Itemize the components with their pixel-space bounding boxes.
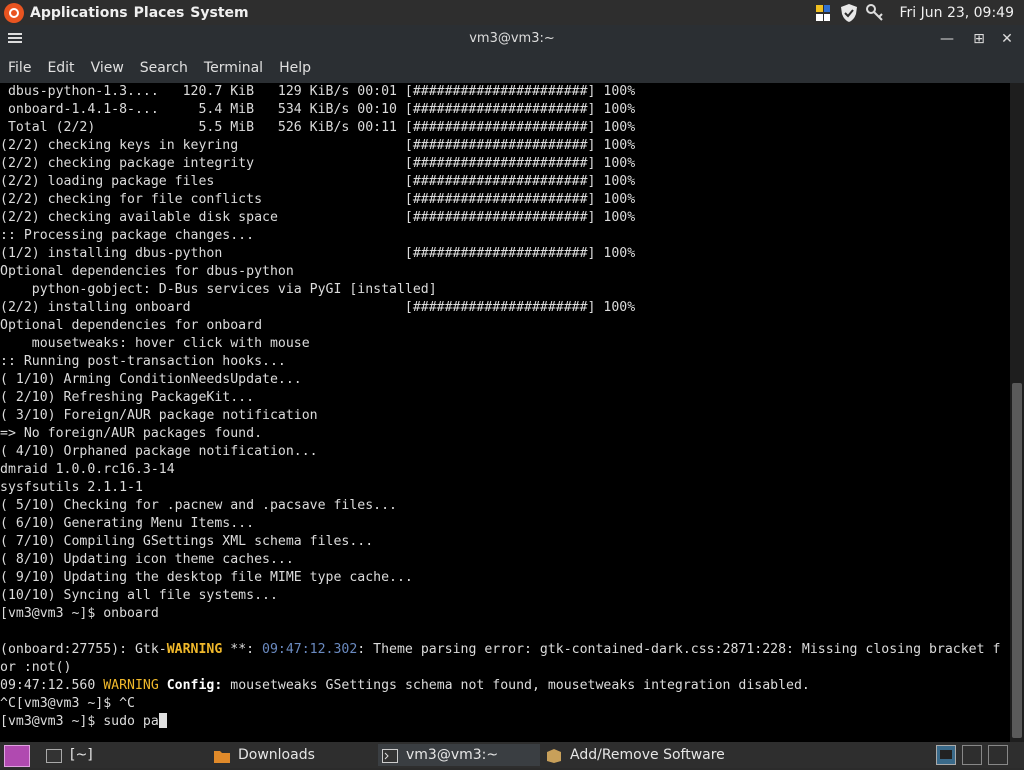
menu-terminal[interactable]: Terminal	[196, 60, 271, 76]
terminal-line: ( 4/10) Orphaned package notification...	[0, 444, 318, 459]
task-vm3-terminal[interactable]: vm3@vm3:~	[378, 744, 540, 766]
task-add-remove-software[interactable]: Add/Remove Software	[546, 744, 746, 766]
menu-bar: File Edit View Search Terminal Help	[0, 53, 1024, 83]
minimize-icon[interactable]: —	[934, 25, 960, 53]
bottom-panel: [~] Downloads vm3@vm3:~ Add/Remove Softw…	[0, 742, 1024, 768]
terminal-line: (2/2) checking keys in keyring [########…	[0, 138, 636, 153]
shield-icon[interactable]	[839, 3, 859, 23]
terminal-window: vm3@vm3:~ — ⊞ ✕ File Edit View Search Te…	[0, 25, 1024, 742]
keyboard-layout-icon[interactable]	[813, 3, 833, 23]
places-menu[interactable]: Places	[134, 5, 185, 21]
terminal-line: Optional dependencies for onboard	[0, 318, 263, 333]
close-icon[interactable]: ✕	[994, 25, 1020, 53]
terminal-line: ( 3/10) Foreign/AUR package notification	[0, 408, 318, 423]
terminal-line: ( 7/10) Compiling GSettings XML schema f…	[0, 534, 374, 549]
workspace-3[interactable]	[988, 744, 1010, 766]
task-downloads[interactable]: Downloads	[214, 744, 372, 766]
workspace-1[interactable]	[936, 744, 958, 766]
terminal-line: :: Processing package changes...	[0, 228, 255, 243]
menu-file[interactable]: File	[0, 60, 39, 76]
terminal-line: onboard-1.4.1-8-... 5.4 MiB 534 KiB/s 00…	[0, 102, 636, 117]
terminal-line: (2/2) checking package integrity [######…	[0, 156, 636, 171]
warning-line-1-continued: or :not()	[0, 660, 72, 675]
terminal-line: ( 2/10) Refreshing PackageKit...	[0, 390, 255, 405]
top-panel: Applications Places System Fri Jun 23, 0…	[0, 0, 1024, 25]
terminal-line: Optional dependencies for dbus-python	[0, 264, 294, 279]
terminal-line: ( 8/10) Updating icon theme caches...	[0, 552, 294, 567]
terminal-line: (2/2) loading package files [###########…	[0, 174, 636, 189]
terminal-line: ( 6/10) Generating Menu Items...	[0, 516, 255, 531]
terminal-line: ( 9/10) Updating the desktop file MIME t…	[0, 570, 413, 585]
workspace-2[interactable]	[962, 744, 984, 766]
ubuntu-logo-icon[interactable]	[4, 2, 24, 23]
terminal-output[interactable]: dbus-python-1.3.... 120.7 KiB 129 KiB/s …	[0, 83, 1010, 742]
show-desktop-button[interactable]	[4, 745, 30, 767]
applications-menu[interactable]: Applications	[30, 5, 128, 21]
system-menu[interactable]: System	[190, 5, 248, 21]
menu-search[interactable]: Search	[132, 60, 196, 76]
keys-icon[interactable]	[865, 3, 885, 23]
task-home-terminal[interactable]: [~]	[46, 744, 206, 766]
terminal-line: (2/2) checking for file conflicts [#####…	[0, 192, 636, 207]
terminal-line: [vm3@vm3 ~]$ onboard	[0, 606, 159, 621]
terminal-icon	[382, 748, 398, 763]
terminal-line: mousetweaks: hover click with mouse	[0, 336, 310, 351]
terminal-line: (2/2) installing onboard [##############…	[0, 300, 636, 315]
terminal-line: (1/2) installing dbus-python [##########…	[0, 246, 636, 261]
terminal-line: (10/10) Syncing all file systems...	[0, 588, 278, 603]
ctrl-c-line: ^C[vm3@vm3 ~]$ ^C	[0, 696, 135, 711]
scrollbar-thumb[interactable]	[1012, 383, 1022, 738]
menu-help[interactable]: Help	[271, 60, 319, 76]
terminal-line: => No foreign/AUR packages found.	[0, 426, 263, 441]
terminal-icon	[46, 748, 62, 763]
terminal-line: sysfsutils 2.1.1-1	[0, 480, 143, 495]
terminal-lines: dbus-python-1.3.... 120.7 KiB 129 KiB/s …	[0, 83, 1010, 641]
clock[interactable]: Fri Jun 23, 09:49	[899, 5, 1014, 21]
command-prompt[interactable]: [vm3@vm3 ~]$ sudo pa	[0, 713, 1010, 731]
scrollbar[interactable]	[1010, 83, 1024, 742]
package-icon	[546, 748, 562, 763]
terminal-line: python-gobject: D-Bus services via PyGI …	[0, 282, 437, 297]
warning-line-1: (onboard:27755): Gtk-WARNING **: 09:47:1…	[0, 642, 1001, 657]
terminal-line: dbus-python-1.3.... 120.7 KiB 129 KiB/s …	[0, 84, 636, 99]
terminal-line: Total (2/2) 5.5 MiB 526 KiB/s 00:11 [###…	[0, 120, 636, 135]
maximize-icon[interactable]: ⊞	[966, 25, 992, 53]
terminal-line: (2/2) checking available disk space [###…	[0, 210, 636, 225]
menu-view[interactable]: View	[83, 60, 132, 76]
folder-icon	[214, 748, 230, 763]
terminal-line: dmraid 1.0.0.rc16.3-14	[0, 462, 175, 477]
terminal-line: ( 5/10) Checking for .pacnew and .pacsav…	[0, 498, 397, 513]
terminal-line: :: Running post-transaction hooks...	[0, 354, 286, 369]
title-bar[interactable]: vm3@vm3:~ — ⊞ ✕	[0, 25, 1024, 53]
terminal-line: ( 1/10) Arming ConditionNeedsUpdate...	[0, 372, 302, 387]
text-cursor	[158, 713, 167, 728]
menu-edit[interactable]: Edit	[39, 60, 82, 76]
window-title: vm3@vm3:~	[469, 31, 555, 46]
warning-line-2: 09:47:12.560 WARNING Config: mousetweaks…	[0, 678, 810, 693]
